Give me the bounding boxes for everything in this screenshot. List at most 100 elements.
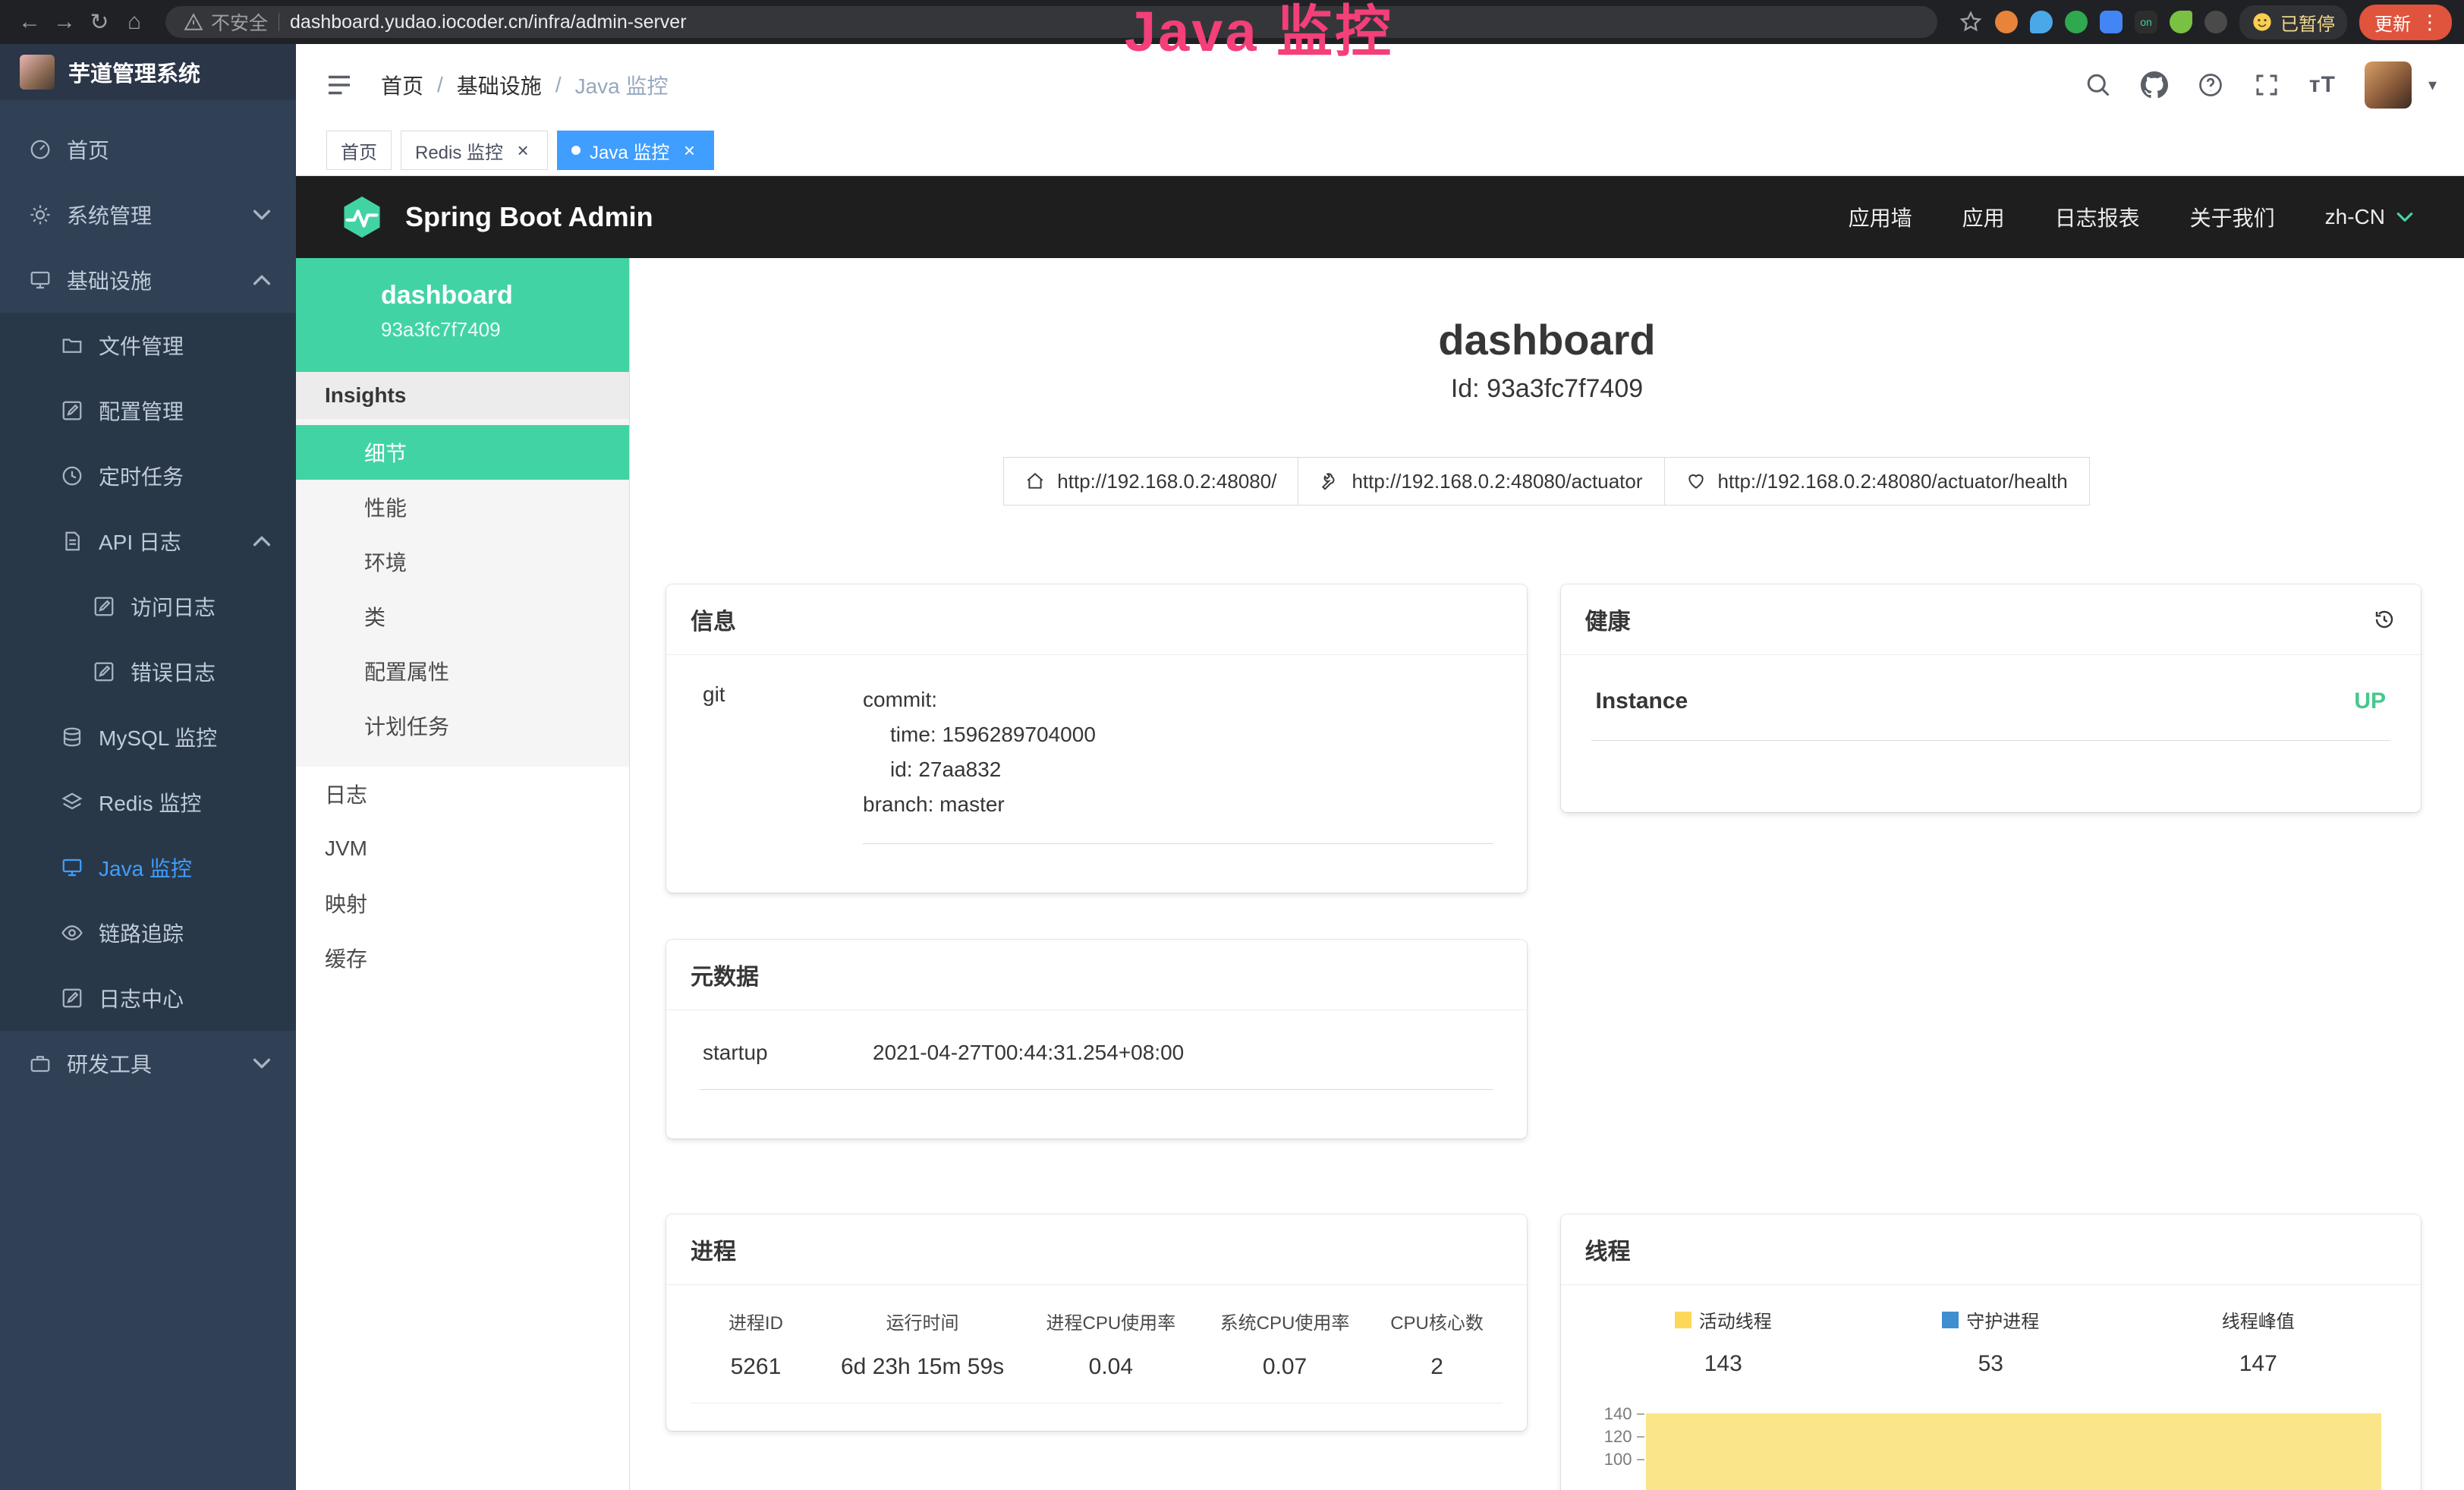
browser-home-icon[interactable]: ⌂: [117, 9, 152, 35]
sba-nav-applications[interactable]: 应用: [1962, 202, 2005, 232]
browser-menu-icon[interactable]: ⋮: [2420, 11, 2440, 34]
metadata-card-title: 元数据: [691, 958, 759, 991]
sidebar-item-home[interactable]: 首页: [0, 117, 296, 182]
not-secure-indicator[interactable]: 不安全: [184, 8, 268, 36]
tab-java-monitor[interactable]: Java 监控 ×: [557, 131, 714, 170]
cards-grid: 信息 git commit: time: 1596289704000 id: 2…: [630, 506, 2464, 1490]
user-avatar[interactable]: [2365, 61, 2412, 109]
sidebar-item-log-center[interactable]: 日志中心: [0, 966, 296, 1031]
chevron-down-icon: [2394, 206, 2415, 228]
browser-forward-icon[interactable]: →: [47, 9, 82, 35]
sba-item-classes[interactable]: 类: [296, 589, 629, 644]
sba-item-caches[interactable]: 缓存: [296, 931, 629, 985]
close-icon[interactable]: ×: [678, 140, 700, 161]
extension-icon-2[interactable]: [2030, 11, 2053, 33]
extension-icon-6[interactable]: [2170, 11, 2192, 33]
extension-icon-7[interactable]: [2204, 11, 2227, 33]
sba-item-details[interactable]: 细节: [296, 425, 629, 480]
hamburger-icon[interactable]: [323, 69, 355, 101]
sidebar-item-mysql-monitor[interactable]: MySQL 监控: [0, 704, 296, 770]
extension-icon-on[interactable]: on: [2135, 11, 2157, 33]
sidebar-item-config-management[interactable]: 配置管理: [0, 378, 296, 443]
sba-item-logs[interactable]: 日志: [296, 767, 629, 821]
security-label: 不安全: [211, 8, 268, 36]
sidebar-item-infrastructure[interactable]: 基础设施: [0, 247, 296, 313]
log-icon: [61, 987, 83, 1010]
sba-brand[interactable]: Spring Boot Admin: [405, 201, 653, 233]
sidebar-item-api-logs[interactable]: API 日志: [0, 509, 296, 574]
sba-item-metrics[interactable]: 性能: [296, 480, 629, 534]
extension-icon-4[interactable]: [2100, 11, 2123, 33]
info-value: commit: time: 1596289704000 id: 27aa832 …: [863, 682, 1493, 844]
address-bar[interactable]: 不安全 dashboard.yudao.iocoder.cn/infra/adm…: [165, 6, 1937, 38]
paused-badge[interactable]: 已暂停: [2239, 5, 2347, 39]
metadata-value: 2021-04-27T00:44:31.254+08:00: [873, 1041, 1184, 1065]
app-logo[interactable]: 芋道管理系统: [0, 44, 296, 100]
app-logo-image: [20, 55, 55, 90]
url-text: dashboard.yudao.iocoder.cn/infra/admin-s…: [290, 11, 687, 33]
health-url-link[interactable]: http://192.168.0.2:48080/actuator/health: [1664, 457, 2090, 506]
service-url-link[interactable]: http://192.168.0.2:48080/: [1003, 457, 1298, 506]
browser-back-icon[interactable]: ←: [12, 9, 47, 35]
threads-card-title: 线程: [1585, 1233, 1631, 1266]
sba-logo-icon[interactable]: [338, 194, 385, 241]
update-button[interactable]: 更新 ⋮: [2359, 5, 2452, 40]
sidebar-item-scheduled-tasks[interactable]: 定时任务: [0, 443, 296, 509]
sba-nav-wallboard[interactable]: 应用墙: [1849, 202, 1912, 232]
extension-icon-1[interactable]: [1995, 11, 2018, 33]
sba-item-jvm[interactable]: JVM: [296, 821, 629, 876]
info-card: 信息 git commit: time: 1596289704000 id: 2…: [666, 584, 1527, 893]
extension-icon-3[interactable]: [2065, 11, 2088, 33]
peak-threads-value: 147: [2125, 1351, 2393, 1377]
health-status-badge: UP: [2354, 688, 2386, 714]
search-icon[interactable]: [2085, 71, 2112, 99]
bookmark-star-icon[interactable]: [1959, 10, 1983, 34]
help-icon[interactable]: [2197, 71, 2224, 99]
sidebar-item-java-monitor[interactable]: Java 监控: [0, 835, 296, 900]
sba-item-config-props[interactable]: 配置属性: [296, 644, 629, 698]
breadcrumb: 首页 / 基础设施 / Java 监控: [381, 70, 669, 100]
close-icon[interactable]: ×: [512, 140, 533, 161]
breadcrumb-home[interactable]: 首页: [381, 70, 423, 100]
browser-refresh-icon[interactable]: ↻: [82, 9, 117, 36]
tab-redis-monitor[interactable]: Redis 监控 ×: [401, 131, 548, 170]
font-size-icon[interactable]: тT: [2309, 72, 2336, 98]
sba-item-scheduled-tasks[interactable]: 计划任务: [296, 698, 629, 753]
sba-nav: 应用墙 应用 日志报表 关于我们 zh-CN: [1849, 202, 2415, 232]
omnibox-divider: [278, 13, 279, 31]
breadcrumb-current: Java 监控: [575, 70, 669, 100]
dashboard-icon: [29, 138, 52, 161]
clock-icon: [61, 465, 83, 487]
document-icon: [61, 530, 83, 553]
page-title: dashboard: [630, 316, 2464, 364]
sba-content: dashboard Id: 93a3fc7f7409 http://192.16…: [630, 258, 2464, 1490]
sidebar-item-access-logs[interactable]: 访问日志: [0, 574, 296, 639]
fullscreen-icon[interactable]: [2253, 71, 2280, 99]
live-threads-value: 143: [1590, 1351, 1858, 1377]
sidebar-item-system-management[interactable]: 系统管理: [0, 182, 296, 247]
tab-home[interactable]: 首页: [326, 131, 392, 170]
actuator-url-link[interactable]: http://192.168.0.2:48080/actuator: [1298, 457, 1664, 506]
eye-icon: [61, 921, 83, 944]
sidebar-item-file-management[interactable]: 文件管理: [0, 313, 296, 378]
metadata-row: startup 2021-04-27T00:44:31.254+08:00: [700, 1041, 1493, 1090]
sidebar-item-dev-tools[interactable]: 研发工具: [0, 1031, 296, 1096]
sidebar-item-redis-monitor[interactable]: Redis 监控: [0, 770, 296, 835]
health-instance-label: Instance: [1596, 688, 1688, 714]
sba-item-mappings[interactable]: 映射: [296, 876, 629, 931]
sba-item-environment[interactable]: 环境: [296, 534, 629, 589]
sba-nav-journal[interactable]: 日志报表: [2055, 202, 2140, 232]
history-icon[interactable]: [2372, 607, 2396, 632]
sba-nav-about[interactable]: 关于我们: [2190, 202, 2275, 232]
github-icon[interactable]: [2141, 71, 2168, 99]
breadcrumb-infrastructure[interactable]: 基础设施: [457, 70, 542, 100]
heart-icon: [1686, 471, 1706, 491]
sidebar-item-error-logs[interactable]: 错误日志: [0, 639, 296, 704]
sidebar-item-tracing[interactable]: 链路追踪: [0, 900, 296, 966]
instance-header[interactable]: dashboard 93a3fc7f7409: [296, 258, 629, 372]
threads-chart: 140 120 100: [1590, 1403, 2393, 1471]
spring-boot-admin: Spring Boot Admin 应用墙 应用 日志报表 关于我们 zh-CN…: [296, 176, 2464, 1490]
locale-selector[interactable]: zh-CN: [2325, 205, 2415, 229]
avatar-caret-icon[interactable]: ▾: [2428, 75, 2437, 95]
annotation-text: Java 监控: [1125, 2, 1393, 62]
